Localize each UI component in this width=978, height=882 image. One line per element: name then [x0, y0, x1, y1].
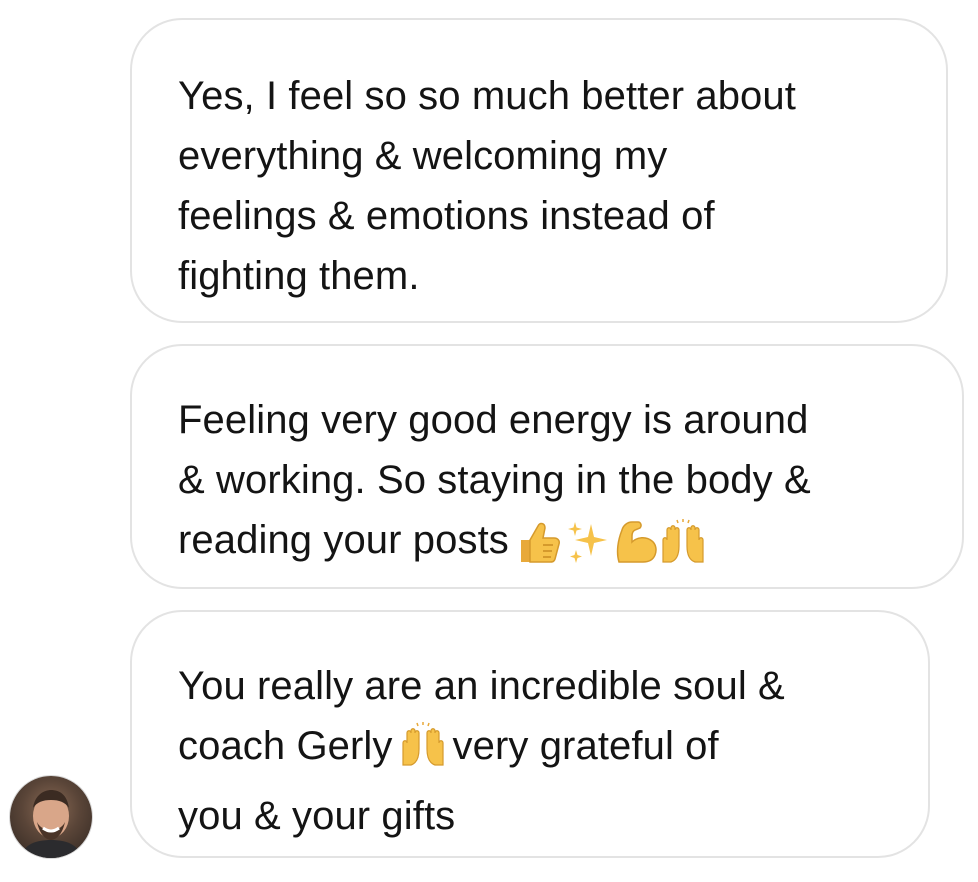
message-2-line-2: & working. So staying in the body & — [178, 458, 811, 502]
message-3-line-2-text-b: very grateful of — [452, 724, 719, 768]
thumbs-up-icon — [520, 522, 560, 563]
emoji-row — [515, 518, 707, 566]
avatar[interactable] — [10, 776, 92, 858]
message-1-line-4: fighting them. — [178, 254, 420, 298]
message-3-line-2: coach Gerly very grateful of — [178, 716, 888, 786]
message-bubble-3[interactable]: You really are an incredible soul & coac… — [130, 610, 930, 858]
raising-hands-icon — [662, 519, 704, 563]
message-2-line-3: reading your posts — [178, 510, 922, 570]
message-3-line-1: You really are an incredible soul & — [178, 664, 785, 708]
message-1-line-2: everything & welcoming my — [178, 134, 668, 178]
message-2-line-3-text: reading your posts — [178, 518, 509, 562]
raising-hands-icon — [399, 721, 447, 786]
message-1-line-1: Yes, I feel so so much better about — [178, 74, 796, 118]
message-2-line-1: Feeling very good energy is around — [178, 398, 809, 442]
avatar-person-icon — [20, 790, 82, 858]
message-1-line-3: feelings & emotions instead of — [178, 194, 715, 238]
message-bubble-2[interactable]: Feeling very good energy is around & wor… — [130, 344, 964, 589]
message-bubble-1[interactable]: Yes, I feel so so much better about ever… — [130, 18, 948, 323]
flexed-biceps-icon — [616, 521, 657, 563]
message-3-line-2-text-a: coach Gerly — [178, 724, 393, 768]
message-3-line-3: you & your gifts — [178, 794, 456, 838]
sparkles-icon — [567, 522, 607, 563]
